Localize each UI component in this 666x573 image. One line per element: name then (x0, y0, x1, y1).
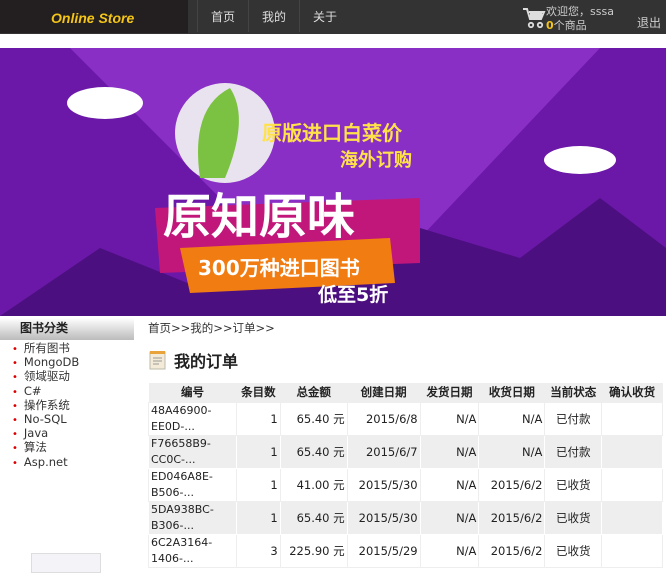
order-cell: N/A (419, 533, 480, 568)
cart-count-number: 0 (546, 19, 554, 32)
category-item[interactable]: MongoDB (12, 356, 134, 370)
order-row: 6C2A3164- 1406-... 3 225.90 元 2015/5/29 N/A 2… (148, 533, 663, 568)
column-header: 条目数 (236, 383, 281, 402)
order-cell[interactable] (601, 533, 663, 568)
order-cell: N/A (478, 434, 546, 469)
order-cell: N/A (478, 401, 546, 436)
order-cell: 已收货 (544, 533, 603, 568)
banner-line2: 海外订购 (340, 149, 412, 171)
category-item[interactable]: Java (12, 427, 134, 441)
column-header: 收货日期 (478, 383, 545, 402)
order-list-icon (149, 351, 166, 370)
order-cell[interactable] (601, 434, 663, 469)
order-row: 5DA938BC- B306-... 1 65.40 元 2015/5/30 N/A 20… (148, 500, 663, 535)
order-cell: 已付款 (544, 401, 603, 436)
promo-banner[interactable]: 原版进口白菜价 海外订购 原知原味 300万种进口图书 低至5折 (0, 48, 666, 316)
order-cell: 3 (235, 533, 281, 568)
order-cell: 1 (235, 500, 281, 535)
order-cell: 65.40 元 (279, 434, 348, 469)
order-cell: 65.40 元 (279, 500, 348, 535)
order-cell: 2015/6/2 (478, 500, 546, 535)
category-item[interactable]: C# (12, 384, 134, 399)
order-id-link[interactable]: F76658B9- CC0C-... (148, 434, 237, 469)
order-id-link[interactable]: 6C2A3164- 1406-... (148, 533, 237, 568)
column-header: 发货日期 (420, 383, 479, 402)
order-cell: 已收货 (544, 467, 603, 502)
order-cell: 2015/6/7 (346, 434, 421, 469)
order-cell[interactable] (601, 500, 663, 535)
order-cell: 已付款 (544, 434, 603, 469)
order-row: F76658B9- CC0C-... 1 65.40 元 2015/6/7 N/A N/A… (148, 434, 663, 469)
column-header: 创建日期 (347, 383, 421, 402)
order-cell: N/A (419, 467, 480, 502)
cart-icon[interactable] (522, 7, 546, 29)
breadcrumb: 首页>>我的>>订单>> (148, 321, 275, 335)
logo[interactable]: Online Store (0, 0, 188, 33)
column-header: 当前状态 (544, 383, 602, 402)
banner-line1: 原版进口白菜价 (262, 121, 403, 145)
category-item[interactable]: 算法 (12, 441, 134, 455)
cart-count-label: 个商品 (553, 19, 587, 32)
order-cell: N/A (419, 401, 480, 436)
order-row: ED046A8E- B506-... 1 41.00 元 2015/5/30 N/A 20… (148, 467, 663, 502)
order-row: 48A46900- EE0D-... 1 65.40 元 2015/6/8 N/A N/A… (148, 401, 663, 436)
order-cell: 1 (235, 467, 281, 502)
order-cell: 已收货 (544, 500, 603, 535)
top-navbar: Online Store 首页 我的 关于 欢迎您，sssa 0个商品 退出 (0, 0, 666, 34)
category-item[interactable]: 所有图书 (12, 341, 134, 356)
order-cell: 1 (235, 401, 281, 436)
banner-line4: 低至5折 (317, 283, 388, 306)
column-header: 编号 (148, 383, 237, 402)
order-cell: 2015/5/30 (346, 467, 421, 502)
welcome-text: 欢迎您，sssa (546, 5, 614, 18)
order-cell: N/A (419, 434, 480, 469)
order-cell[interactable] (601, 467, 663, 502)
column-header: 确认收货 (601, 383, 663, 402)
book-thumbnail[interactable] (31, 553, 101, 573)
cart-count[interactable]: 0个商品 (546, 19, 614, 33)
order-cell: 225.90 元 (279, 533, 348, 568)
order-cell[interactable] (601, 401, 663, 436)
user-welcome: 欢迎您，sssa 0个商品 (546, 5, 614, 33)
nav-home[interactable]: 首页 (197, 0, 248, 32)
banner-line3: 300万种进口图书 (198, 256, 360, 280)
sidebar-title: 图书分类 (0, 318, 134, 340)
order-cell: 2015/6/2 (478, 533, 546, 568)
banner-main: 原知原味 (163, 189, 355, 245)
order-cell: 2015/5/29 (346, 533, 421, 568)
column-header: 总金额 (280, 383, 348, 402)
order-cell: 2015/6/8 (346, 401, 421, 436)
category-sidebar: 图书分类 所有图书 MongoDB 领域驱动 C# 操作系统 No-SQL Ja… (0, 318, 134, 470)
order-cell: 2015/5/30 (346, 500, 421, 535)
orders-table: 编号 条目数 总金额 创建日期 发货日期 收货日期 当前状态 确认收货 48A46900- E… (148, 383, 663, 568)
page-title-text: 我的订单 (174, 352, 239, 371)
order-id-link[interactable]: 48A46900- EE0D-... (148, 401, 237, 436)
order-id-link[interactable]: 5DA938BC- B306-... (148, 500, 237, 535)
order-id-link[interactable]: ED046A8E- B506-... (148, 467, 237, 502)
category-item[interactable]: No-SQL (12, 412, 134, 427)
page-title: 我的订单 (148, 348, 238, 372)
order-cell: 1 (235, 434, 281, 469)
order-cell: 41.00 元 (279, 467, 348, 502)
order-cell: 65.40 元 (279, 401, 348, 436)
nav-about[interactable]: 关于 (299, 0, 350, 32)
category-item[interactable]: Asp.net (12, 455, 134, 470)
logout-link[interactable]: 退出 (637, 14, 661, 31)
order-cell: 2015/6/2 (478, 467, 546, 502)
nav-mine[interactable]: 我的 (248, 0, 299, 32)
category-item[interactable]: 操作系统 (12, 398, 134, 413)
category-item[interactable]: 领域驱动 (12, 370, 134, 384)
order-cell: N/A (419, 500, 480, 535)
